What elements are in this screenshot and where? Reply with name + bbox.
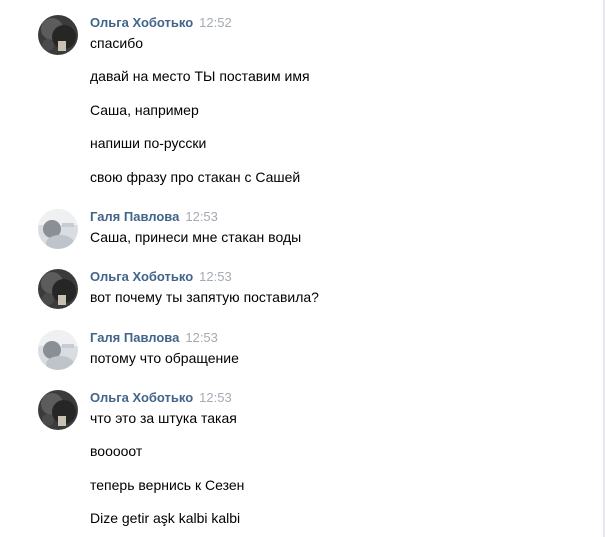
- dark-photo-avatar-icon: [38, 269, 78, 309]
- message-time[interactable]: 12:52: [199, 15, 232, 30]
- message-time[interactable]: 12:53: [199, 269, 232, 284]
- message-text: свою фразу про стакан с Сашей: [90, 169, 301, 185]
- message-header: Ольга Хоботько 12:52: [90, 14, 232, 32]
- author-name[interactable]: Ольга Хоботько: [90, 390, 193, 405]
- author-name[interactable]: Галя Павлова: [90, 209, 179, 224]
- dark-photo-avatar-icon: [38, 390, 78, 430]
- message-header: Галя Павлова 12:53: [90, 208, 218, 226]
- message-text: Саша, например: [90, 102, 199, 118]
- message-header: Ольга Хоботько 12:53: [90, 268, 232, 286]
- avatar[interactable]: [38, 209, 78, 249]
- message-text: Dize getir aşk kalbi kalbi: [90, 510, 241, 526]
- message-header: Галя Павлова 12:53: [90, 329, 218, 347]
- message-text: что это за штука такая: [90, 410, 237, 426]
- chat-history: Ольга Хоботько 12:52 спасибо давай на мес…: [0, 0, 605, 537]
- message-text: давай на место ТЫ поставим имя: [90, 68, 310, 84]
- message-text: вот почему ты запятую поставила?: [90, 289, 319, 305]
- message-time[interactable]: 12:53: [185, 330, 218, 345]
- author-name[interactable]: Галя Павлова: [90, 330, 179, 345]
- light-photo-avatar-icon: [38, 330, 78, 370]
- message-text: теперь вернись к Сезен: [90, 477, 245, 493]
- dark-photo-avatar-icon: [38, 15, 78, 55]
- message-text: спасибо: [90, 35, 143, 51]
- message-text: Саша, принеси мне стакан воды: [90, 229, 302, 245]
- avatar[interactable]: [38, 390, 78, 430]
- author-name[interactable]: Ольга Хоботько: [90, 269, 193, 284]
- message-header: Ольга Хоботько 12:53: [90, 389, 232, 407]
- message-text: потому что обращение: [90, 350, 239, 366]
- avatar[interactable]: [38, 15, 78, 55]
- message-time[interactable]: 12:53: [185, 209, 218, 224]
- avatar[interactable]: [38, 269, 78, 309]
- light-photo-avatar-icon: [38, 209, 78, 249]
- message-text: вооооот: [90, 443, 143, 459]
- author-name[interactable]: Ольга Хоботько: [90, 15, 193, 30]
- message-time[interactable]: 12:53: [199, 390, 232, 405]
- message-text: напиши по-русски: [90, 135, 207, 151]
- avatar[interactable]: [38, 330, 78, 370]
